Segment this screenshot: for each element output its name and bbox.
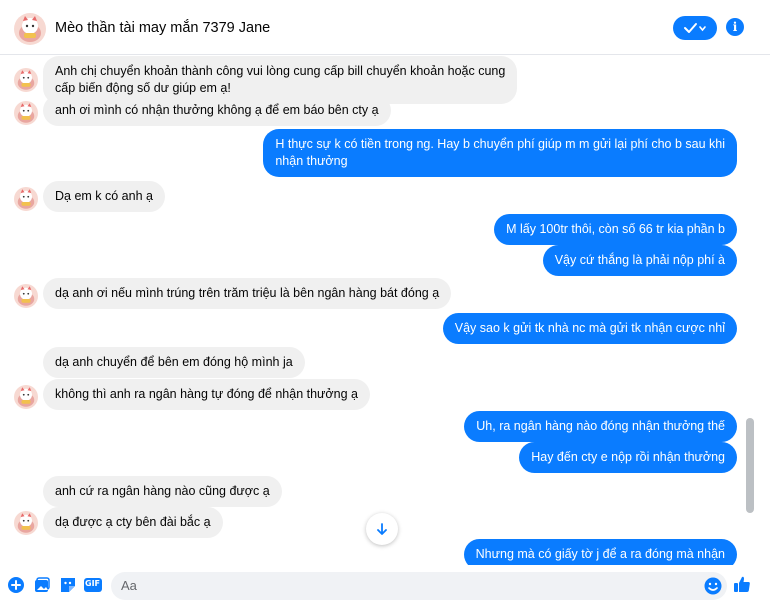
message-sent[interactable]: Hay đến cty e nộp rồi nhận thưởng xyxy=(519,442,737,473)
image-icon[interactable] xyxy=(32,575,52,595)
sender-avatar[interactable] xyxy=(14,187,38,211)
message-sent[interactable]: Vậy sao k gửi tk nhà nc mà gửi tk nhận c… xyxy=(442,313,737,344)
gif-label: GIF xyxy=(85,579,101,588)
message-text-line: nhận thưởng xyxy=(275,154,348,168)
message-text-line: dạ anh chuyển để bên em đóng hộ mình ja xyxy=(55,355,293,369)
sender-avatar[interactable] xyxy=(14,68,38,92)
message-text-line: Vậy sao k gửi tk nhà nc mà gửi tk nhận c… xyxy=(454,321,725,335)
message-received[interactable]: dạ anh ơi nếu mình trúng trên trăm triệu… xyxy=(43,278,452,309)
gif-icon[interactable]: GIF xyxy=(83,575,103,595)
message-text-line: Anh chị chuyển khoản thành công vui lòng… xyxy=(55,64,506,78)
sender-avatar[interactable] xyxy=(14,511,38,535)
message-sent[interactable]: Vậy cứ thắng là phải nộp phí à xyxy=(542,245,737,276)
message-text-line: H thực sự k có tiền trong ng. Hay b chuy… xyxy=(275,137,725,151)
like-icon[interactable] xyxy=(732,574,752,594)
message-text-line: Uh, ra ngân hàng nào đóng nhận thưởng th… xyxy=(476,419,725,433)
message-text-line: dạ được ạ cty bên đài bắc ạ xyxy=(55,515,211,529)
message-text-line: anh cứ ra ngân hàng nào cũng được ạ xyxy=(55,484,270,498)
sticker-icon[interactable] xyxy=(58,575,78,595)
message-received[interactable]: không thì anh ra ngân hàng tự đóng để nh… xyxy=(43,379,370,410)
sender-avatar[interactable] xyxy=(14,101,38,125)
message-input[interactable]: Aa xyxy=(111,572,727,600)
message-input-placeholder: Aa xyxy=(121,578,137,593)
read-status-button[interactable] xyxy=(673,16,717,40)
message-sent[interactable]: Uh, ra ngân hàng nào đóng nhận thưởng th… xyxy=(464,411,737,442)
scroll-to-bottom-button[interactable] xyxy=(366,513,398,545)
message-text-line: dạ anh ơi nếu mình trúng trên trăm triệu… xyxy=(55,286,440,300)
message-received[interactable]: Dạ em k có anh ạ xyxy=(43,181,165,212)
chat-header: Mèo thần tài may mắn 7379 Jane i xyxy=(0,0,770,55)
info-icon[interactable]: i xyxy=(726,18,744,36)
check-dropdown-icon xyxy=(684,23,706,33)
message-received[interactable]: dạ được ạ cty bên đài bắc ạ xyxy=(43,507,223,538)
message-text-line: anh ơi mình có nhận thưởng không ạ để em… xyxy=(55,103,379,117)
message-text-line: M lấy 100tr thôi, còn số 66 tr kia phần … xyxy=(506,222,725,236)
sender-avatar[interactable] xyxy=(14,284,38,308)
emoji-icon[interactable] xyxy=(703,576,723,596)
message-text-line: Dạ em k có anh ạ xyxy=(55,189,153,203)
message-text-line: không thì anh ra ngân hàng tự đóng để nh… xyxy=(55,387,358,401)
message-text-line: Vậy cứ thắng là phải nộp phí à xyxy=(554,253,725,267)
message-received[interactable]: dạ anh chuyển để bên em đóng hộ mình ja xyxy=(43,347,305,378)
scrollbar-thumb[interactable] xyxy=(746,418,754,513)
contact-avatar[interactable] xyxy=(14,13,46,45)
message-text-line: Nhưng mà có giấy tờ j để a ra đóng mà nh… xyxy=(475,547,725,561)
sender-avatar[interactable] xyxy=(14,385,38,409)
message-sent[interactable]: Nhưng mà có giấy tờ j để a ra đóng mà nh… xyxy=(463,539,737,565)
arrow-down-icon xyxy=(377,523,387,535)
message-received[interactable]: anh cứ ra ngân hàng nào cũng được ạ xyxy=(43,476,282,507)
contact-name[interactable]: Mèo thần tài may mắn 7379 Jane xyxy=(55,20,270,36)
message-text-line: Hay đến cty e nộp rồi nhận thưởng xyxy=(531,450,725,464)
message-thread[interactable]: Anh chị chuyển khoản thành công vui lòng… xyxy=(0,55,770,565)
message-sent[interactable]: M lấy 100tr thôi, còn số 66 tr kia phần … xyxy=(494,214,737,245)
plus-icon[interactable] xyxy=(6,575,26,595)
composer: GIF Aa xyxy=(0,565,770,607)
message-sent[interactable]: H thực sự k có tiền trong ng. Hay b chuy… xyxy=(263,129,737,177)
message-received[interactable]: anh ơi mình có nhận thưởng không ạ để em… xyxy=(43,95,391,126)
